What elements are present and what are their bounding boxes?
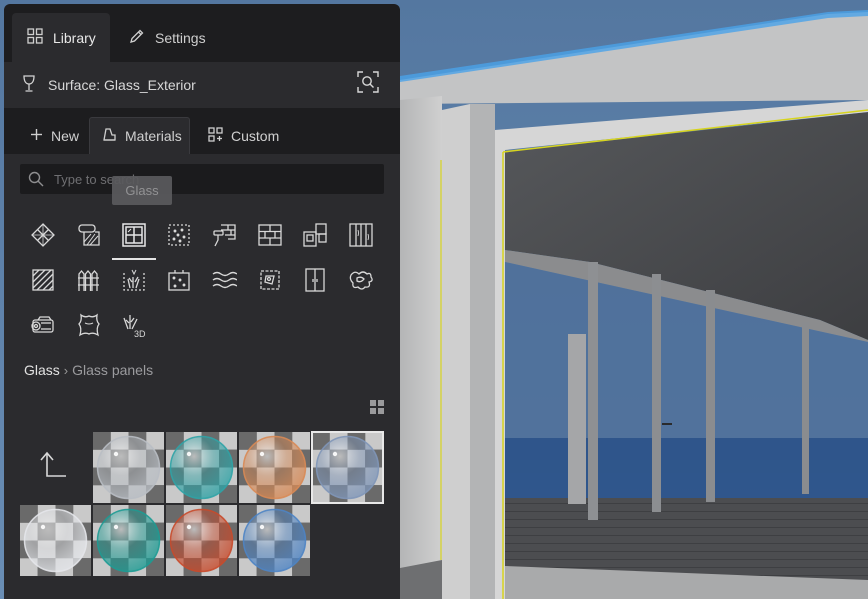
grass-ground-icon[interactable]: [117, 263, 151, 297]
breadcrumb-root[interactable]: Glass: [24, 362, 60, 378]
materials-browser: Glass: [4, 154, 400, 599]
glass-window-icon[interactable]: [112, 218, 156, 260]
tab-settings-label: Settings: [155, 29, 206, 46]
tab-library[interactable]: Library: [12, 13, 110, 62]
paint-roller-wall-icon[interactable]: [207, 218, 241, 252]
breadcrumb-separator: ›: [63, 362, 69, 378]
up-arrow-icon[interactable]: [38, 450, 70, 480]
library-panel: Library Settings Surface: Glass_Exterior: [4, 4, 400, 599]
grid-view-icon[interactable]: [370, 400, 384, 414]
leather-hide-icon[interactable]: [72, 308, 106, 342]
stone-pattern-icon[interactable]: [344, 263, 378, 297]
grass-3d-icon[interactable]: 3D: [117, 308, 151, 342]
tile-pattern-icon[interactable]: [26, 218, 60, 252]
plus-icon: [30, 128, 43, 144]
brick-icon[interactable]: [253, 218, 287, 252]
search-in-scene-icon[interactable]: [357, 71, 379, 93]
material-thumbnail[interactable]: [239, 432, 310, 503]
material-thumbnail[interactable]: [93, 505, 164, 576]
tab-custom[interactable]: Custom: [196, 117, 291, 154]
materials-label: Materials: [125, 128, 182, 144]
search-icon: [28, 171, 44, 187]
material-thumbnail[interactable]: [166, 432, 237, 503]
custom-label: Custom: [231, 127, 280, 144]
log-pile-icon[interactable]: [26, 308, 60, 342]
svg-text:3D: 3D: [134, 329, 146, 339]
new-button[interactable]: New: [18, 117, 91, 154]
custom-grid-icon: [208, 126, 223, 145]
goblet-icon: [22, 75, 36, 96]
material-thumbnail[interactable]: [93, 432, 164, 503]
wood-panel-icon[interactable]: [344, 218, 378, 252]
tab-materials[interactable]: Materials: [89, 117, 190, 154]
panel-tabs: Library Settings: [4, 4, 400, 62]
fabric-patch-icon[interactable]: [253, 263, 287, 297]
search-box: [20, 164, 384, 194]
library-subtabs: New Materials Custom: [4, 108, 400, 154]
material-thumbnail[interactable]: [311, 431, 384, 504]
material-icon: [102, 127, 117, 145]
door-panel-icon[interactable]: [298, 263, 332, 297]
wallpaper-roll-icon[interactable]: [72, 218, 106, 252]
breadcrumb: Glass › Glass panels: [24, 362, 153, 378]
fence-icon[interactable]: [72, 263, 106, 297]
material-thumbnail[interactable]: [166, 505, 237, 576]
new-label: New: [51, 127, 80, 144]
grid-icon: [27, 28, 43, 47]
breadcrumb-leaf: Glass panels: [72, 362, 154, 378]
water-waves-icon[interactable]: [207, 263, 241, 297]
tab-settings[interactable]: Settings: [114, 13, 224, 62]
hatched-square-icon[interactable]: [26, 263, 60, 297]
material-thumbnail[interactable]: [20, 505, 91, 576]
dotted-panel-icon[interactable]: [162, 263, 196, 297]
stacked-tiles-icon[interactable]: [298, 218, 332, 252]
search-input[interactable]: [54, 169, 374, 189]
surface-label: Surface: Glass_Exterior: [48, 77, 196, 93]
category-tooltip: Glass: [112, 176, 172, 205]
tab-library-label: Library: [53, 29, 96, 46]
material-thumbnail[interactable]: [239, 505, 310, 576]
speckled-surface-icon[interactable]: [162, 218, 196, 252]
surface-bar: Surface: Glass_Exterior: [4, 62, 400, 108]
pencil-icon: [129, 28, 145, 47]
